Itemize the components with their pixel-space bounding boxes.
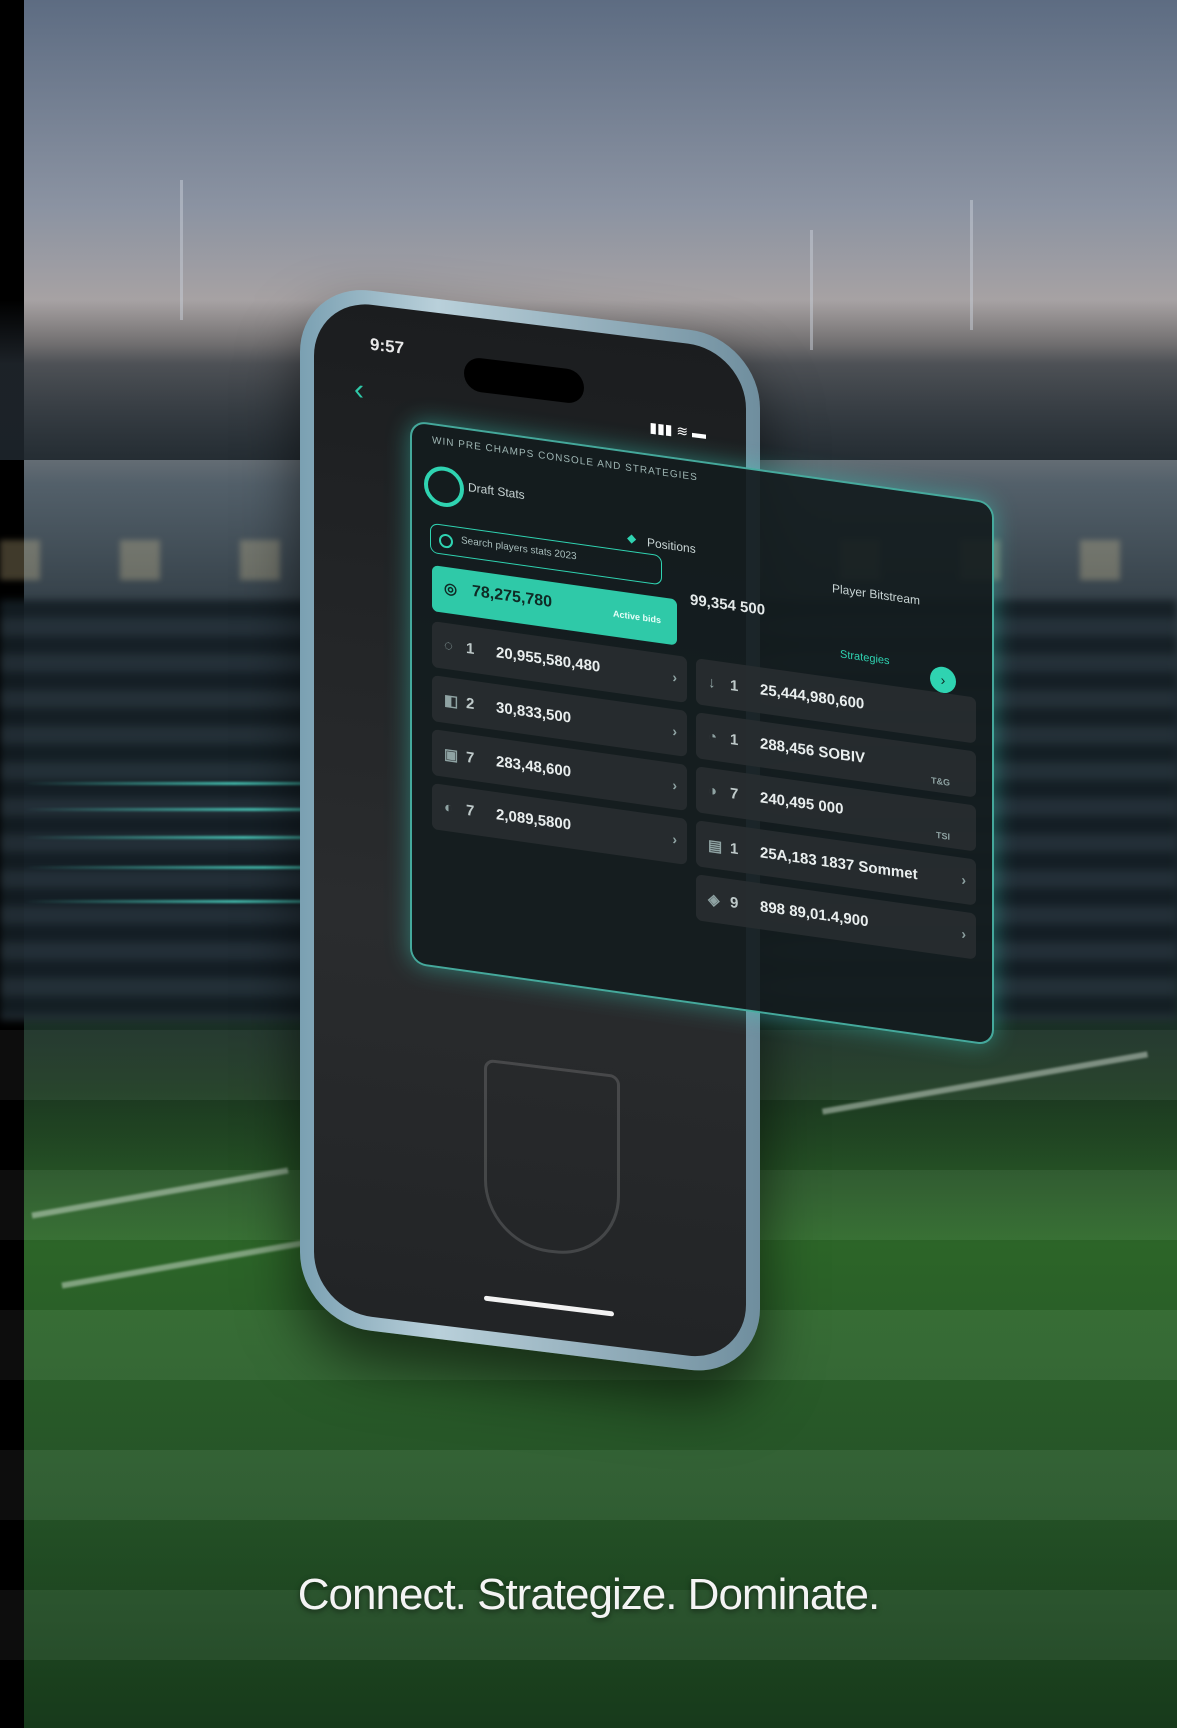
search-placeholder: Search players stats 2023 — [461, 535, 577, 563]
player-icon: ◔ — [708, 727, 718, 747]
chevron-right-icon: › — [672, 776, 677, 794]
row-value: 288,456 SOBIV — [760, 735, 866, 767]
row-value: 30,833,500 — [496, 699, 572, 727]
highlight-value: 78,275,780 — [472, 582, 553, 611]
row-value: 20,955,580,480 — [496, 644, 601, 676]
highlight-subtext: Active bids — [612, 608, 661, 626]
player-icon: ◌ — [444, 636, 453, 656]
home-indicator[interactable] — [484, 1295, 614, 1317]
tagline: Connect. Strategize. Dominate. — [297, 1570, 880, 1619]
progress-ring-icon — [424, 463, 464, 510]
chevron-right-icon: › — [961, 925, 966, 943]
tab-player-bitstream[interactable]: Player Bitstream — [832, 581, 920, 607]
tab-draft-stats[interactable]: Draft Stats — [468, 480, 525, 502]
dynamic-island — [464, 356, 584, 405]
stadium-scene: 9:57 ‹ ▮▮▮ ≋ ▬ WIN PRE CHAMPS CONSOLE AN… — [0, 0, 1177, 1728]
chevron-right-icon: › — [961, 871, 966, 889]
player-icon: ▣ — [444, 745, 459, 765]
top-amount: 99,354 500 — [690, 591, 766, 619]
holographic-dashboard-panel: WIN PRE CHAMPS CONSOLE AND STRATEGIES Dr… — [410, 420, 994, 1047]
player-icon: ◈ — [708, 890, 720, 910]
floodlight-mast — [970, 200, 973, 330]
player-icon: ▤ — [708, 836, 723, 856]
floodlight-mast — [180, 180, 183, 320]
controller-icon: ◆ — [627, 530, 637, 546]
search-icon — [439, 533, 453, 550]
row-value: 2,089,5800 — [496, 806, 572, 834]
row-value: 898 89,01.4,900 — [760, 898, 869, 931]
row-value: 25A,183 1837 Sommet — [760, 844, 918, 884]
next-button[interactable]: › — [930, 665, 956, 695]
player-icon: ◧ — [444, 691, 459, 711]
status-time: 9:57 — [370, 334, 405, 358]
player-icon: ◑ — [708, 781, 718, 801]
back-chevron-icon[interactable]: ‹ — [354, 373, 364, 408]
row-value: 283,48,600 — [496, 753, 572, 781]
strategies-badge[interactable]: Strategies — [840, 648, 890, 667]
status-icons: ▮▮▮ ≋ ▬ — [649, 418, 706, 442]
tab-positions[interactable]: Positions — [647, 535, 696, 556]
player-icon: ◐ — [444, 798, 454, 818]
target-icon: ◎ — [444, 579, 458, 599]
row-value: 25,444,980,600 — [760, 681, 865, 713]
chevron-right-icon: › — [672, 668, 677, 686]
player-icon: ↓ — [708, 673, 716, 692]
shield-crest-icon — [484, 1058, 620, 1262]
chevron-right-icon: › — [672, 722, 677, 740]
floodlight-mast — [810, 230, 813, 350]
row-value: 240,495 000 — [760, 789, 844, 818]
chevron-right-icon: › — [672, 830, 677, 848]
